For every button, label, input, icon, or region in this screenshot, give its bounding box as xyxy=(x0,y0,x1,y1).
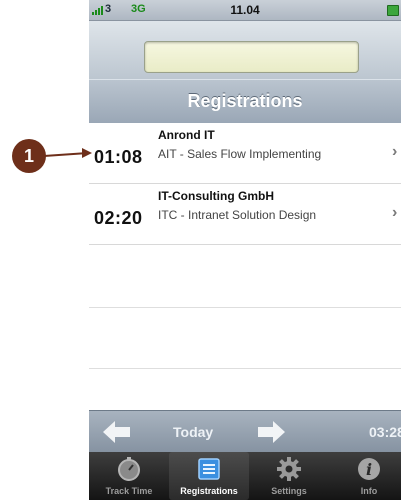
list-divider xyxy=(89,368,401,369)
tab-bar: Track Time Registrations Settings i Info xyxy=(89,452,401,500)
registrations-list: 01:08 Anrond IT AIT - Sales Flow Impleme… xyxy=(89,123,401,410)
list-divider xyxy=(89,307,401,308)
stopwatch-icon xyxy=(118,457,140,481)
callout-badge: 1 xyxy=(12,139,46,173)
task-label: ITC - Intranet Solution Design xyxy=(158,208,317,222)
tab-label: Settings xyxy=(271,486,307,496)
battery-icon xyxy=(387,5,399,16)
tab-label: Info xyxy=(360,486,378,496)
tab-info[interactable]: i Info xyxy=(329,452,401,500)
duration-label: 01:08 xyxy=(94,147,143,167)
chevron-right-icon: › xyxy=(392,204,398,221)
company-label: IT-Consulting GmbH xyxy=(158,189,274,203)
chevron-right-icon: › xyxy=(392,143,398,160)
page-title: Registrations xyxy=(187,91,303,111)
top-bar xyxy=(89,21,401,79)
company-label: Anrond IT xyxy=(158,128,215,142)
tab-label: Registrations xyxy=(180,486,238,496)
status-time: 11.04 xyxy=(230,3,260,17)
date-label: Today xyxy=(173,424,214,440)
tab-registrations[interactable]: Registrations xyxy=(169,452,249,500)
phone-screen: 3 3G 11.04 Registrations 01:08 Anrond IT… xyxy=(89,0,401,500)
duration-label: 02:20 xyxy=(94,208,143,228)
title-bar: Registrations xyxy=(89,79,401,124)
tab-track-time[interactable]: Track Time xyxy=(89,452,169,500)
arrow-left-icon[interactable] xyxy=(103,421,131,443)
list-tray-icon xyxy=(198,458,220,480)
total-time-label: 03:28 xyxy=(369,424,401,440)
header-input-field[interactable] xyxy=(144,41,359,73)
list-item[interactable]: 02:20 IT-Consulting GmbH ITC - Intranet … xyxy=(89,184,401,245)
list-item[interactable]: 01:08 Anrond IT AIT - Sales Flow Impleme… xyxy=(89,123,401,184)
tab-settings[interactable]: Settings xyxy=(249,452,329,500)
svg-text:i: i xyxy=(366,460,372,479)
tab-label: Track Time xyxy=(105,486,153,496)
info-icon: i xyxy=(358,458,380,480)
gear-icon xyxy=(277,457,301,481)
arrow-right-icon[interactable] xyxy=(257,421,285,443)
task-label: AIT - Sales Flow Implementing xyxy=(158,147,322,161)
date-nav-bar: Today 03:28 xyxy=(89,410,401,453)
status-bar: 3 3G 11.04 xyxy=(89,0,401,21)
